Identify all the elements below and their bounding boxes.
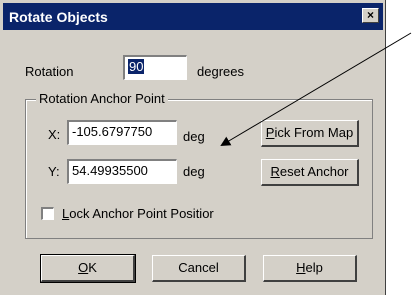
annotation-arrow-icon bbox=[220, 32, 412, 147]
annotation-overlay bbox=[220, 32, 412, 147]
